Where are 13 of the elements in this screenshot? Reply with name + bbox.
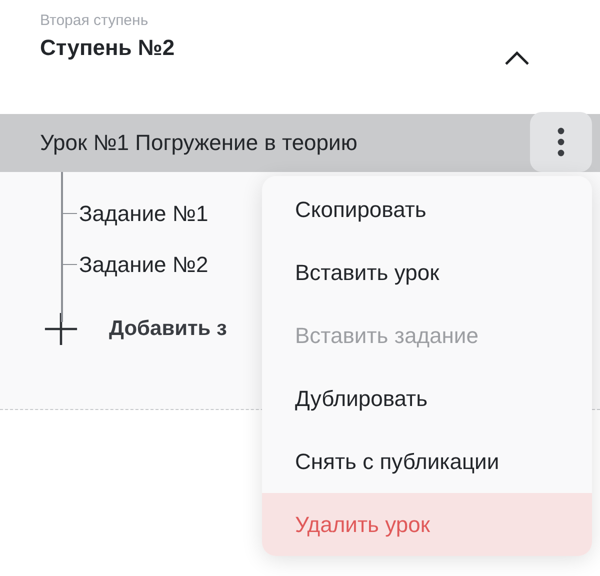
menu-item[interactable]: Скопировать: [262, 178, 592, 241]
task-item[interactable]: Задание №2: [79, 252, 208, 278]
section-title: Ступень №2: [40, 35, 175, 61]
lesson-row[interactable]: Урок №1 Погружение в теорию: [0, 114, 600, 172]
task-item[interactable]: Задание №1: [79, 200, 208, 226]
section-caption: Вторая ступень: [40, 12, 150, 29]
add-task-link[interactable]: Добавить з: [109, 317, 227, 341]
plus-icon[interactable]: [44, 312, 78, 346]
chevron-icon[interactable]: [504, 50, 530, 66]
menu-item[interactable]: Дублировать: [262, 367, 592, 430]
menu-item[interactable]: Снять с публикации: [262, 430, 592, 493]
more-icon[interactable]: [530, 112, 592, 172]
menu-item[interactable]: Вставить урок: [262, 241, 592, 304]
